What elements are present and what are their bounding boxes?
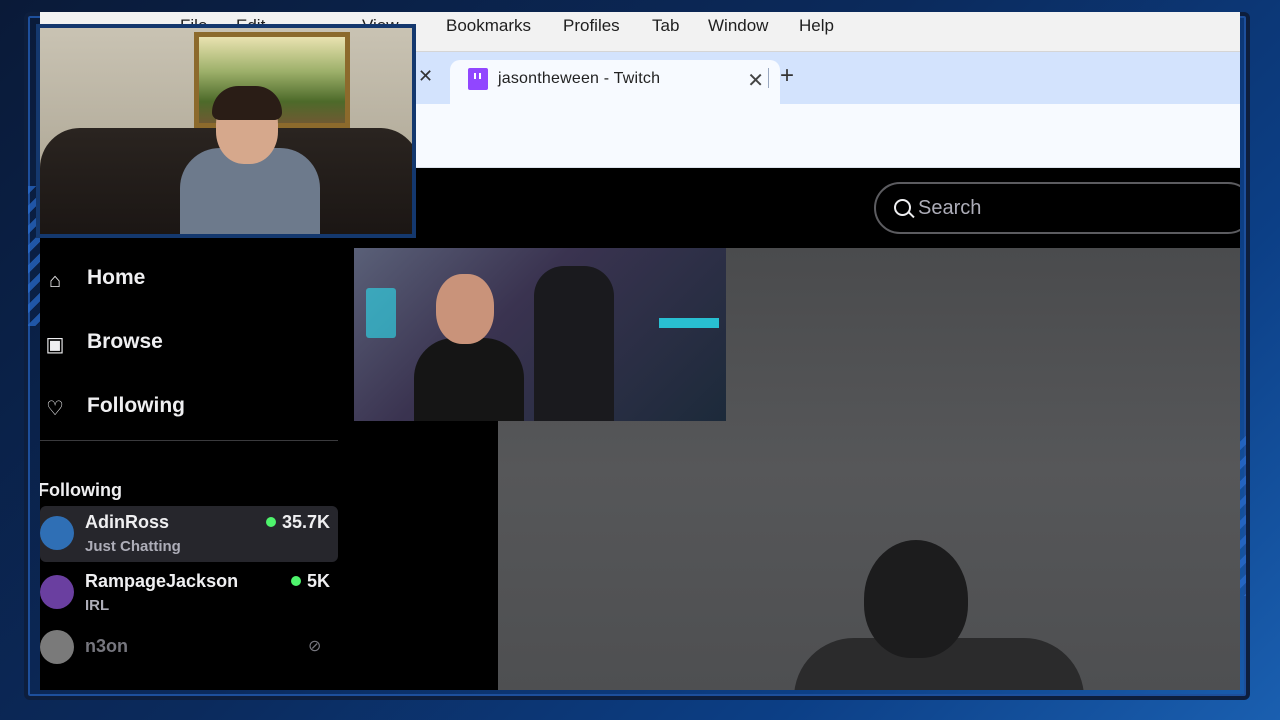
channel-name: AdinRoss — [85, 512, 170, 532]
sidebar-divider — [40, 440, 338, 441]
menu-item-window[interactable]: Window — [708, 16, 768, 36]
viewer-count: 35.7K — [265, 512, 330, 533]
home-icon: ⌂ — [48, 270, 62, 292]
avatar — [40, 516, 74, 550]
menu-item-help[interactable]: Help — [799, 16, 834, 36]
channel-item-adinross[interactable]: AdinRoss Just Chatting 35.7K — [40, 506, 338, 562]
tab-divider — [768, 68, 769, 88]
cam-led — [659, 318, 719, 328]
nav-label: Following — [87, 394, 185, 417]
cam-light — [366, 288, 396, 338]
twitch-sidebar: ⌂ Home ▣ Browse ♡ Following Following Ad… — [40, 248, 354, 690]
channel-category: IRL — [85, 597, 110, 614]
browse-icon: ▣ — [45, 334, 65, 356]
channel-item-n3on[interactable]: n3on ⊘ — [40, 628, 338, 684]
cam-chair — [534, 266, 614, 421]
twitch-page: Search ⌂ Home ▣ Browse ♡ Following Follo… — [40, 168, 1240, 690]
viewer-count: 5K — [290, 571, 330, 592]
nav-label: Home — [87, 266, 146, 289]
search-placeholder: Search — [918, 197, 982, 219]
search-input[interactable]: Search — [874, 182, 1240, 234]
live-indicator-icon — [290, 576, 301, 586]
channel-item-rampagejackson[interactable]: RampageJackson IRL 5K — [40, 565, 338, 621]
cam-person-head — [436, 274, 494, 344]
nav-item-home[interactable]: ⌂ Home — [40, 264, 340, 304]
tab-title: jasontheween - Twitch — [498, 70, 661, 87]
channel-name: n3on — [85, 636, 128, 656]
menu-item-tab[interactable]: Tab — [652, 16, 679, 36]
avatar — [40, 575, 74, 609]
live-indicator-icon — [265, 517, 276, 527]
offline-icon: ⊘ — [308, 638, 322, 655]
nav-label: Browse — [87, 330, 163, 353]
menu-item-bookmarks[interactable]: Bookmarks — [446, 16, 531, 36]
video-letterbox — [354, 421, 498, 690]
menu-item-profiles[interactable]: Profiles — [563, 16, 620, 36]
avatar — [40, 630, 74, 664]
following-section-title: Following — [40, 480, 122, 500]
heart-icon: ♡ — [46, 398, 64, 420]
video-player[interactable] — [354, 248, 1240, 690]
nav-item-following[interactable]: ♡ Following — [40, 392, 340, 432]
close-icon[interactable]: ✕ — [418, 66, 433, 87]
new-tab-button[interactable]: + — [780, 64, 794, 88]
person-hair — [212, 86, 282, 120]
channel-name: RampageJackson — [85, 571, 239, 591]
twitch-favicon-icon — [468, 68, 488, 90]
cam-person-body — [414, 338, 524, 421]
close-icon[interactable]: ✕ — [747, 68, 764, 93]
streamer-webcam-inset — [354, 248, 726, 421]
search-icon — [894, 199, 911, 216]
channel-category: Just Chatting — [85, 538, 181, 555]
tab-twitch[interactable]: jasontheween - Twitch ✕ — [450, 60, 780, 104]
facecam-overlay — [36, 24, 416, 238]
video-subject-head — [864, 540, 968, 658]
nav-item-browse[interactable]: ▣ Browse — [40, 328, 340, 368]
